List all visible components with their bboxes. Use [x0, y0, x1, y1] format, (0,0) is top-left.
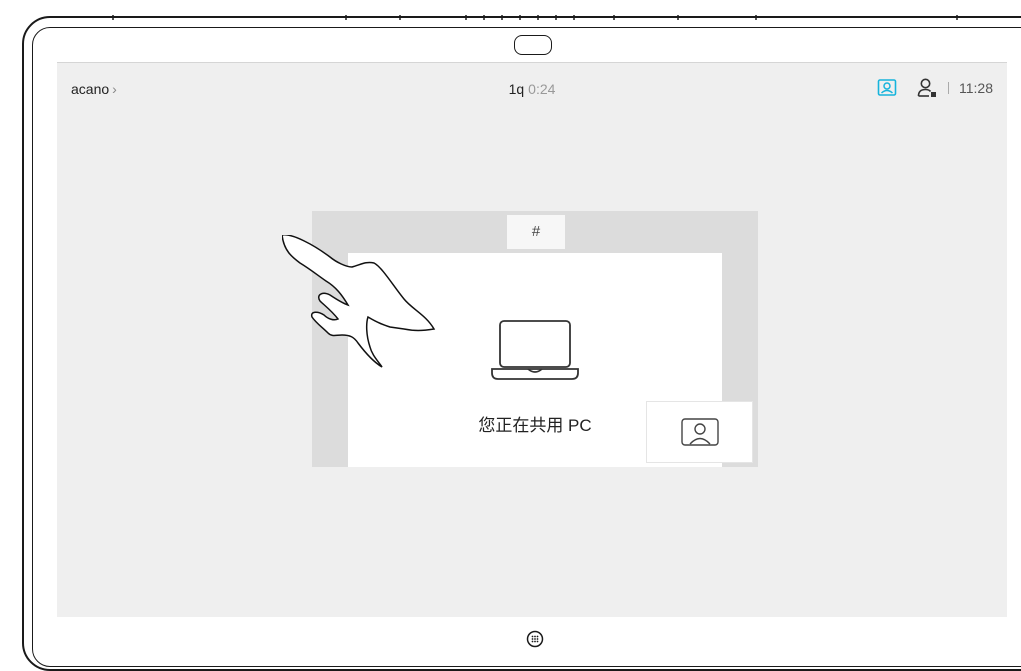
bezel-tick-marks — [112, 15, 958, 20]
status-right: 11:28 — [876, 77, 993, 99]
touch-screen: acano › 1q 0:24 11:28 # 您正在共用 PC — [57, 62, 1007, 617]
call-label: 1q — [508, 81, 525, 97]
selfview-icon[interactable] — [876, 77, 898, 99]
call-info: 1q 0:24 — [57, 81, 1007, 97]
laptop-icon — [491, 320, 579, 380]
selfview-tile[interactable] — [646, 401, 753, 463]
status-bar: acano › 1q 0:24 11:28 — [57, 63, 1007, 115]
person-icon — [681, 418, 719, 446]
participants-icon[interactable] — [916, 77, 938, 99]
clock: 11:28 — [959, 80, 993, 96]
hand-gesture-icon — [282, 235, 436, 368]
call-timer: 0:24 — [528, 81, 556, 97]
share-tag[interactable]: # — [507, 215, 565, 249]
device-camera — [514, 35, 552, 55]
home-button-icon[interactable] — [526, 630, 544, 648]
divider — [948, 82, 949, 94]
